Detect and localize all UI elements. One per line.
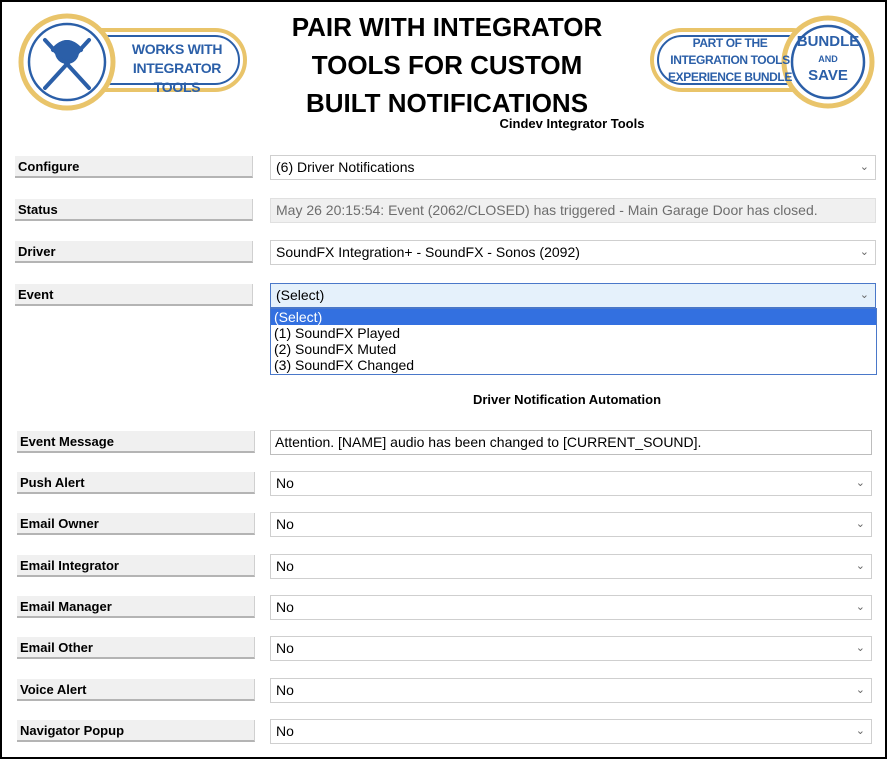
chevron-down-icon: ⌄ — [855, 477, 865, 489]
email-owner-label: Email Owner — [17, 513, 255, 535]
banner-headline: PAIR WITH INTEGRATOR TOOLS FOR CUSTOM BU… — [280, 8, 614, 122]
event-option-changed[interactable]: (3) SoundFX Changed — [271, 357, 876, 373]
configure-select[interactable]: (6) Driver Notifications ⌄ — [270, 155, 876, 180]
seal-line2: AND — [818, 54, 838, 64]
chevron-down-icon: ⌄ — [855, 684, 865, 696]
driver-select[interactable]: SoundFX Integration+ - SoundFX - Sonos (… — [270, 240, 876, 265]
email-owner-value: No — [276, 516, 294, 532]
integration-bundle-badge: PART OF THE INTEGRATION TOOLS EXPERIENCE… — [650, 10, 875, 114]
chevron-down-icon: ⌄ — [859, 161, 869, 173]
notification-config-panel: WORKS WITH INTEGRATOR TOOLS PAIR WITH IN… — [0, 0, 887, 759]
event-option-muted[interactable]: (2) SoundFX Muted — [271, 341, 876, 357]
chevron-down-icon: ⌄ — [855, 518, 865, 530]
event-select-value: (Select) — [276, 287, 325, 303]
email-other-label: Email Other — [17, 637, 255, 659]
chevron-down-icon: ⌄ — [859, 246, 869, 258]
navigator-popup-label: Navigator Popup — [17, 720, 255, 742]
voice-alert-value: No — [276, 682, 294, 698]
right-badge-line2: INTEGRATION TOOLS — [670, 53, 790, 67]
chevron-down-icon: ⌄ — [855, 560, 865, 572]
push-alert-label: Push Alert — [17, 472, 255, 494]
voice-alert-select[interactable]: No ⌄ — [270, 678, 872, 703]
email-manager-label: Email Manager — [17, 596, 255, 618]
headline-line-1: PAIR WITH INTEGRATOR — [291, 12, 603, 42]
driver-label: Driver — [15, 241, 253, 263]
email-integrator-select[interactable]: No ⌄ — [270, 554, 872, 579]
driver-select-value: SoundFX Integration+ - SoundFX - Sonos (… — [276, 244, 580, 260]
email-integrator-value: No — [276, 558, 294, 574]
event-option-select[interactable]: (Select) — [271, 309, 876, 325]
event-message-input[interactable]: Attention. [NAME] audio has been changed… — [270, 430, 872, 455]
status-label: Status — [15, 199, 253, 221]
navigator-popup-select[interactable]: No ⌄ — [270, 719, 872, 744]
email-manager-value: No — [276, 599, 294, 615]
email-manager-select[interactable]: No ⌄ — [270, 595, 872, 620]
event-select[interactable]: (Select) ⌄ — [270, 283, 876, 308]
right-badge-line1: PART OF THE — [692, 36, 768, 50]
event-message-label: Event Message — [17, 431, 255, 453]
chevron-down-icon: ⌄ — [855, 725, 865, 737]
navigator-popup-value: No — [276, 723, 294, 739]
email-owner-select[interactable]: No ⌄ — [270, 512, 872, 537]
headline-line-2: TOOLS FOR CUSTOM — [311, 50, 583, 80]
left-badge-line1: WORKS WITH — [131, 41, 223, 57]
email-other-select[interactable]: No ⌄ — [270, 636, 872, 661]
event-dropdown-list: (Select) (1) SoundFX Played (2) SoundFX … — [270, 308, 877, 375]
works-with-integrator-badge: WORKS WITH INTEGRATOR TOOLS — [17, 10, 249, 114]
voice-alert-label: Voice Alert — [17, 679, 255, 701]
push-alert-value: No — [276, 475, 294, 491]
configure-label: Configure — [15, 156, 253, 178]
seal-line1: BUNDLE — [796, 33, 860, 50]
chevron-down-icon: ⌄ — [859, 289, 869, 301]
event-option-played[interactable]: (1) SoundFX Played — [271, 325, 876, 341]
chevron-down-icon: ⌄ — [855, 601, 865, 613]
email-other-value: No — [276, 640, 294, 656]
section-title-integrator-tools: Cindev Integrator Tools — [499, 116, 645, 131]
push-alert-select[interactable]: No ⌄ — [270, 471, 872, 496]
status-field: May 26 20:15:54: Event (2062/CLOSED) has… — [270, 198, 876, 223]
seal-line3: SAVE — [808, 67, 848, 84]
right-badge-line3: EXPERIENCE BUNDLE — [668, 70, 792, 84]
configure-select-value: (6) Driver Notifications — [276, 159, 415, 175]
email-integrator-label: Email Integrator — [17, 555, 255, 577]
event-label: Event — [15, 284, 253, 306]
chevron-down-icon: ⌄ — [855, 642, 865, 654]
section-title-notification-automation: Driver Notification Automation — [472, 392, 662, 407]
left-badge-line2: INTEGRATOR TOOLS — [132, 60, 222, 95]
